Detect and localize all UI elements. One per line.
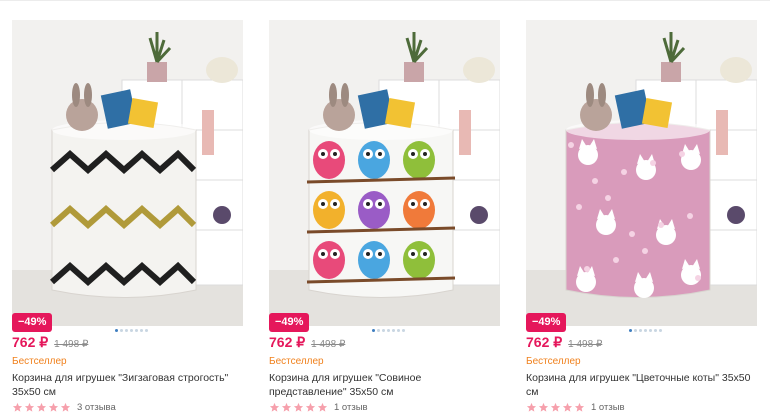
product-image[interactable]	[12, 20, 243, 326]
product-title[interactable]: Корзина для игрушек "Цветочные коты" 35х…	[526, 371, 757, 399]
carousel-dot[interactable]	[397, 329, 400, 332]
carousel-dot[interactable]	[387, 329, 390, 332]
product-photo	[12, 20, 243, 326]
old-price: 1 498 ₽	[311, 339, 346, 350]
carousel-dot[interactable]	[654, 329, 657, 332]
star-icon	[24, 402, 35, 412]
bestseller-label: Бестселлер	[12, 356, 67, 367]
star-icon	[550, 402, 561, 412]
rating-stars	[12, 402, 71, 413]
product-image[interactable]	[526, 20, 757, 326]
carousel-dot[interactable]	[639, 329, 642, 332]
old-price: 1 498 ₽	[54, 339, 89, 350]
price-row: 762 ₽ 1 498 ₽	[269, 334, 345, 351]
carousel-dot[interactable]	[629, 329, 632, 332]
product-photo	[526, 20, 757, 326]
product-title[interactable]: Корзина для игрушек "Совиное представлен…	[269, 371, 500, 399]
carousel-dot[interactable]	[634, 329, 637, 332]
carousel-dot[interactable]	[120, 329, 123, 332]
carousel-dot[interactable]	[135, 329, 138, 332]
star-icon	[60, 402, 71, 412]
carousel-dot[interactable]	[125, 329, 128, 332]
carousel-dot[interactable]	[659, 329, 662, 332]
star-icon	[317, 402, 328, 412]
carousel-dot[interactable]	[649, 329, 652, 332]
current-price: 762 ₽	[269, 334, 306, 350]
star-icon	[48, 402, 59, 412]
carousel-dot[interactable]	[392, 329, 395, 332]
bestseller-label: Бестселлер	[269, 356, 324, 367]
current-price: 762 ₽	[526, 334, 563, 350]
star-icon	[562, 402, 573, 412]
star-icon	[526, 402, 537, 412]
discount-badge: −49%	[526, 313, 567, 332]
product-image[interactable]	[269, 20, 500, 326]
star-icon	[305, 402, 316, 412]
carousel-dot[interactable]	[382, 329, 385, 332]
discount-badge: −49%	[269, 313, 310, 332]
product-photo	[269, 20, 500, 326]
carousel-dot[interactable]	[145, 329, 148, 332]
image-carousel-dots[interactable]	[629, 329, 662, 332]
top-divider	[0, 0, 770, 1]
rating[interactable]: 1 отзыв	[269, 402, 368, 413]
image-carousel-dots[interactable]	[372, 329, 405, 332]
star-icon	[293, 402, 304, 412]
star-icon	[574, 402, 585, 412]
product-title[interactable]: Корзина для игрушек "Зигзаговая строгост…	[12, 371, 243, 399]
reviews-count[interactable]: 1 отзыв	[334, 402, 368, 413]
old-price: 1 498 ₽	[568, 339, 603, 350]
star-icon	[269, 402, 280, 412]
rating-stars	[269, 402, 328, 413]
rating[interactable]: 1 отзыв	[526, 402, 625, 413]
star-icon	[281, 402, 292, 412]
bestseller-label: Бестселлер	[526, 356, 581, 367]
star-icon	[12, 402, 23, 412]
rating[interactable]: 3 отзыва	[12, 402, 116, 413]
rating-stars	[526, 402, 585, 413]
carousel-dot[interactable]	[130, 329, 133, 332]
reviews-count[interactable]: 1 отзыв	[591, 402, 625, 413]
product-card[interactable]: −49% 762 ₽ 1 498 ₽ Бестселлер Корзина дл…	[12, 20, 243, 417]
carousel-dot[interactable]	[644, 329, 647, 332]
star-icon	[538, 402, 549, 412]
carousel-dot[interactable]	[140, 329, 143, 332]
current-price: 762 ₽	[12, 334, 49, 350]
product-card[interactable]: −49% 762 ₽ 1 498 ₽ Бестселлер Корзина дл…	[269, 20, 500, 417]
discount-badge: −49%	[12, 313, 53, 332]
carousel-dot[interactable]	[377, 329, 380, 332]
carousel-dot[interactable]	[402, 329, 405, 332]
image-carousel-dots[interactable]	[115, 329, 148, 332]
product-card[interactable]: −49% 762 ₽ 1 498 ₽ Бестселлер Корзина дл…	[526, 20, 757, 417]
price-row: 762 ₽ 1 498 ₽	[526, 334, 602, 351]
reviews-count[interactable]: 3 отзыва	[77, 402, 116, 413]
carousel-dot[interactable]	[115, 329, 118, 332]
star-icon	[36, 402, 47, 412]
carousel-dot[interactable]	[372, 329, 375, 332]
price-row: 762 ₽ 1 498 ₽	[12, 334, 88, 351]
